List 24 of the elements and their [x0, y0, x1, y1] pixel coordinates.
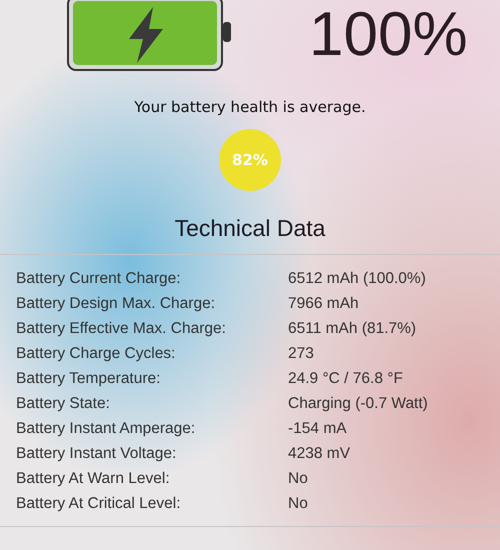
data-label: Battery At Warn Level:: [15, 470, 171, 488]
data-value: 6511 mAh (81.7%): [288, 320, 416, 338]
data-label: Battery Effective Max. Charge:: [15, 320, 227, 338]
data-value: 273: [288, 344, 314, 362]
data-label: Battery Temperature:: [15, 370, 162, 388]
health-message: Your battery health is average.: [133, 98, 367, 116]
data-value: No: [288, 494, 308, 512]
data-value: Charging (-0.7 Watt): [288, 394, 428, 412]
data-value: 7966 mAh: [288, 294, 359, 312]
data-value: No: [288, 470, 308, 488]
data-value: -154 mA: [288, 420, 347, 438]
data-label: Battery State:: [15, 394, 111, 412]
data-value: 6512 mAh (100.0%): [288, 270, 426, 288]
data-label: Battery Instant Voltage:: [15, 444, 178, 462]
charge-percentage: 100%: [309, 0, 468, 70]
data-label: Battery Current Charge:: [15, 270, 182, 288]
data-label: Battery Instant Amperage:: [15, 420, 196, 438]
data-value: 24.9 °C / 76.8 °F: [288, 370, 403, 388]
data-label: Battery Charge Cycles:: [15, 344, 176, 362]
data-value: 4238 mV: [288, 444, 350, 462]
data-label: Battery At Critical Level:: [15, 494, 182, 512]
data-label: Battery Design Max. Charge:: [15, 294, 216, 312]
section-title: Technical Data: [174, 215, 326, 242]
health-badge: 82%: [219, 129, 281, 191]
